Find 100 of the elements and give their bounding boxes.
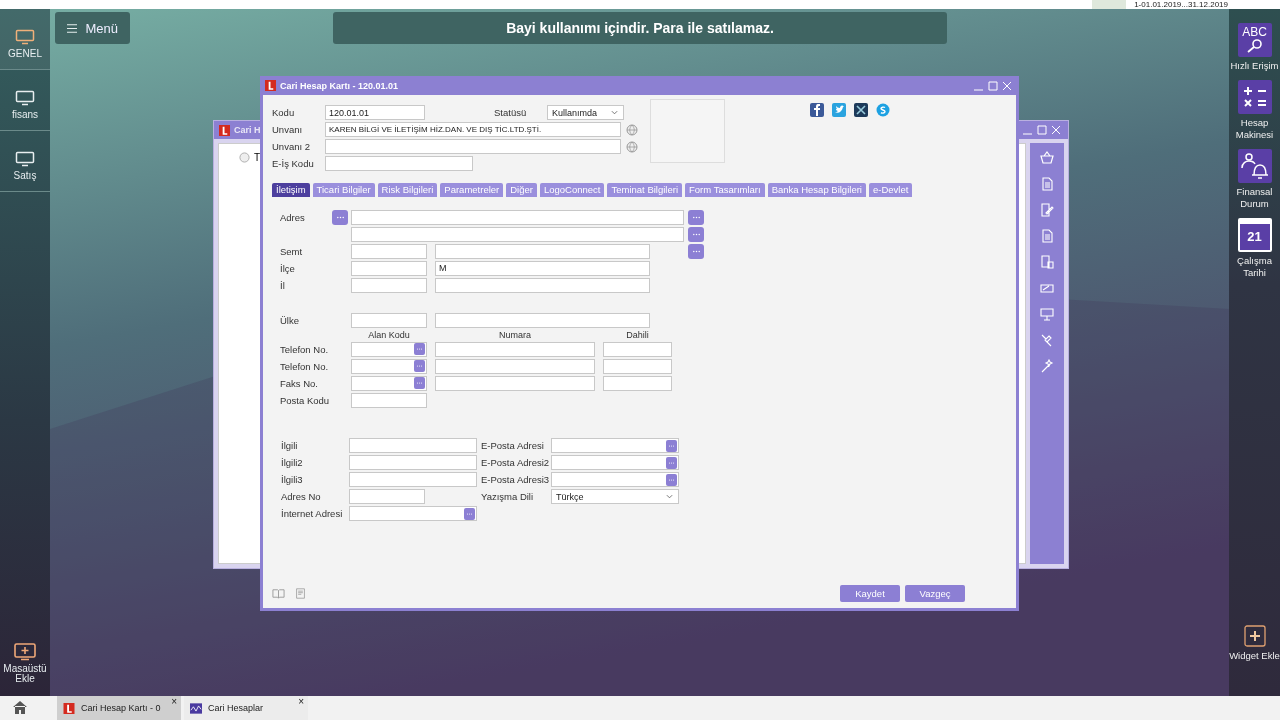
address-no-field[interactable] (349, 489, 425, 504)
tab[interactable]: İletişim (272, 183, 310, 197)
field-label: İl (280, 279, 286, 291)
language-dropdown[interactable]: Türkçe (551, 489, 679, 504)
calculator-icon (1237, 80, 1272, 114)
monitor-plus-icon (14, 643, 36, 661)
area-code-field[interactable] (351, 375, 427, 391)
code-field[interactable] (351, 277, 427, 293)
internet-address-field[interactable] (349, 506, 477, 521)
menu-button[interactable]: Menü (55, 12, 130, 44)
home-icon[interactable] (12, 700, 28, 714)
add-widget-button[interactable]: Widget Ekle (1229, 625, 1280, 662)
app-logo-icon (219, 124, 230, 136)
address-field[interactable] (351, 209, 684, 225)
extension-field[interactable] (603, 358, 672, 374)
e-is-code-field[interactable] (325, 156, 473, 171)
book-icon[interactable] (272, 588, 285, 599)
code-field[interactable] (351, 312, 427, 328)
social-icon[interactable] (854, 103, 868, 117)
area-code-field[interactable] (351, 358, 427, 374)
monitor-icon (15, 29, 35, 45)
globe-icon[interactable] (626, 140, 638, 153)
taskbar-tab[interactable]: Cari Hesaplar × (184, 696, 308, 720)
more-button[interactable] (666, 473, 677, 486)
menu-icon (67, 22, 78, 34)
close-button[interactable]: × (171, 697, 177, 707)
name-field[interactable] (435, 277, 650, 293)
more-button[interactable] (688, 243, 704, 259)
page-dollar-icon[interactable] (1040, 255, 1054, 269)
area-code-field[interactable] (351, 341, 427, 357)
email-field[interactable] (551, 472, 679, 487)
dots-icon (668, 478, 675, 481)
app-logo-icon (63, 702, 75, 714)
sidebar-item[interactable]: GENEL (0, 9, 50, 70)
status-box (1092, 0, 1127, 9)
monitor-icon[interactable] (1040, 307, 1054, 321)
wrench-icon[interactable] (1040, 333, 1054, 347)
more-button[interactable] (666, 439, 677, 452)
chart-icon (190, 702, 202, 714)
field-label: Telefon No. (280, 343, 330, 355)
postal-code-field[interactable] (351, 392, 427, 408)
contact-field[interactable] (349, 472, 477, 487)
extension-field[interactable] (603, 375, 672, 391)
tree-item[interactable]: T (254, 152, 261, 163)
window-controls-icon[interactable] (973, 79, 1013, 92)
more-button[interactable] (414, 360, 425, 372)
more-button[interactable] (414, 343, 425, 355)
close-button[interactable]: × (298, 697, 304, 707)
page-pencil-icon[interactable] (1040, 203, 1054, 217)
field-label: İlgili (281, 440, 299, 451)
name-field[interactable]: M (435, 260, 650, 276)
page-icon[interactable] (1040, 177, 1054, 191)
contact-field[interactable] (349, 438, 477, 453)
chevron-down-icon (611, 110, 618, 115)
email-field[interactable] (551, 438, 679, 453)
card-icon[interactable] (1040, 281, 1054, 295)
chevron-down-icon (666, 494, 673, 499)
title-2-field[interactable] (325, 139, 621, 154)
extension-field[interactable] (603, 341, 672, 357)
person-bell-icon (1237, 149, 1272, 183)
page-icon[interactable] (1040, 229, 1054, 243)
basket-icon[interactable] (1040, 151, 1054, 165)
taskbar-tab[interactable]: Cari Hesap Kartı - 0 × (57, 696, 181, 720)
more-button[interactable] (666, 456, 677, 469)
code-field[interactable] (351, 243, 427, 259)
monitor-icon (15, 90, 35, 106)
search-icon: ABC (1237, 23, 1272, 57)
social-icon[interactable] (810, 103, 824, 117)
wand-icon[interactable] (1040, 359, 1054, 373)
globe-icon[interactable] (626, 123, 638, 136)
status-dropdown[interactable]: Kullanımda (547, 105, 624, 120)
code-field[interactable]: 120.01.01 (325, 105, 425, 120)
code-field[interactable] (351, 260, 427, 276)
email-field[interactable] (551, 455, 679, 470)
widget-item[interactable]: Hesap Makinesi (1229, 80, 1280, 141)
title-field[interactable]: KAREN BİLGİ VE İLETİŞİM HİZ.DAN. VE DIŞ TİC.LTD.ŞTİ. (325, 122, 621, 137)
more-button[interactable] (464, 507, 475, 520)
more-button[interactable] (688, 209, 704, 225)
document-icon[interactable] (294, 588, 307, 599)
window-controls-icon[interactable] (1022, 124, 1062, 136)
field-label: Adres (280, 211, 306, 223)
window-title: Cari Hesap Kartı - 120.01.01 (280, 80, 399, 91)
contact-field[interactable] (349, 455, 477, 470)
more-button[interactable] (332, 209, 348, 225)
name-field[interactable] (435, 243, 650, 259)
field-label: İlgili2 (281, 457, 304, 468)
more-button[interactable] (414, 377, 425, 389)
widget-item[interactable]: 21 Çalışma Tarihi (1229, 218, 1280, 279)
address-field[interactable] (351, 226, 684, 242)
add-desktop-button[interactable]: Masaüstü Ekle (0, 623, 50, 696)
number-field[interactable] (435, 341, 595, 357)
widget-item[interactable]: Finansal Durum (1229, 149, 1280, 210)
number-field[interactable] (435, 358, 595, 374)
name-field[interactable] (435, 312, 650, 328)
field-label: Faks No. (280, 377, 319, 389)
number-field[interactable] (435, 375, 595, 391)
dots-icon (668, 461, 675, 464)
field-label: E-İş Kodu (272, 158, 315, 169)
more-button[interactable] (688, 226, 704, 242)
widget-item[interactable]: ABC Hızlı Erişim (1229, 23, 1280, 72)
